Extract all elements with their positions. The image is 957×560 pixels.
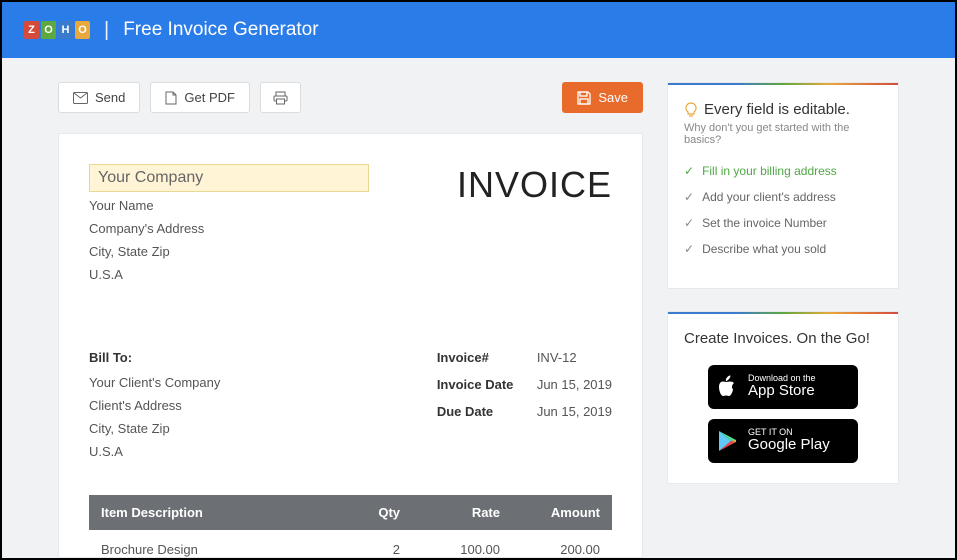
company-address-field[interactable]: Company's Address	[89, 221, 369, 236]
check-icon: ✓	[684, 242, 694, 256]
tip-item: ✓Add your client's address	[684, 190, 882, 204]
logo-letter: O	[41, 21, 56, 39]
items-table: Item Description Qty Rate Amount Brochur…	[89, 495, 612, 558]
on-the-go-panel: Create Invoices. On the Go! Download on …	[667, 311, 899, 484]
invoice-date-label: Invoice Date	[437, 377, 537, 392]
save-label: Save	[598, 90, 628, 105]
table-row[interactable]: Brochure Design 2 100.00 200.00	[89, 530, 612, 558]
save-icon	[577, 91, 591, 105]
apple-icon	[718, 375, 738, 399]
tip-item: ✓Describe what you sold	[684, 242, 882, 256]
client-company-field[interactable]: Your Client's Company	[89, 375, 220, 390]
printer-icon	[273, 91, 288, 105]
due-date-field[interactable]: Jun 15, 2019	[537, 404, 612, 419]
document-icon	[165, 91, 177, 105]
app-store-big-text: App Store	[748, 383, 816, 400]
client-country-field[interactable]: U.S.A	[89, 444, 220, 459]
col-amount: Amount	[512, 495, 612, 530]
invoice-card: Your Company Your Name Company's Address…	[58, 133, 643, 558]
bill-to-label: Bill To:	[89, 350, 220, 365]
invoice-meta: Invoice# INV-12 Invoice Date Jun 15, 201…	[437, 350, 612, 467]
item-qty-field[interactable]: 2	[332, 530, 412, 558]
logo-letter: O	[75, 21, 90, 39]
save-button[interactable]: Save	[562, 82, 643, 113]
google-play-big-text: Google Play	[748, 437, 830, 454]
company-block: Your Company Your Name Company's Address…	[89, 164, 369, 290]
toolbar: Send Get PDF Save	[58, 82, 643, 113]
check-icon: ✓	[684, 190, 694, 204]
company-name-input[interactable]: Your Company	[89, 164, 369, 192]
send-label: Send	[95, 90, 125, 105]
on-the-go-title: Create Invoices. On the Go!	[684, 330, 882, 347]
zoho-logo: Z O H O	[24, 21, 90, 39]
send-button[interactable]: Send	[58, 82, 140, 113]
col-qty: Qty	[332, 495, 412, 530]
check-icon: ✓	[684, 164, 694, 178]
app-store-badge[interactable]: Download on the App Store	[708, 365, 858, 409]
invoice-date-field[interactable]: Jun 15, 2019	[537, 377, 612, 392]
item-rate-field[interactable]: 100.00	[412, 530, 512, 558]
item-amount-field[interactable]: 200.00	[512, 530, 612, 558]
check-icon: ✓	[684, 216, 694, 230]
google-play-icon	[718, 430, 738, 452]
col-rate: Rate	[412, 495, 512, 530]
company-city-field[interactable]: City, State Zip	[89, 244, 369, 259]
get-pdf-label: Get PDF	[184, 90, 235, 105]
tip-item: ✓Fill in your billing address	[684, 164, 882, 178]
envelope-icon	[73, 92, 88, 104]
client-city-field[interactable]: City, State Zip	[89, 421, 220, 436]
col-description: Item Description	[89, 495, 332, 530]
your-name-field[interactable]: Your Name	[89, 198, 369, 213]
page-title: Free Invoice Generator	[123, 19, 318, 41]
lightbulb-icon	[684, 102, 698, 118]
invoice-number-field[interactable]: INV-12	[537, 350, 577, 365]
client-address-field[interactable]: Client's Address	[89, 398, 220, 413]
company-country-field[interactable]: U.S.A	[89, 267, 369, 282]
google-play-badge[interactable]: GET IT ON Google Play	[708, 419, 858, 463]
header-divider: |	[104, 19, 109, 42]
tips-heading: Every field is editable.	[704, 101, 850, 118]
invoice-heading[interactable]: INVOICE	[457, 164, 612, 206]
invoice-number-label: Invoice#	[437, 350, 537, 365]
tip-item: ✓Set the invoice Number	[684, 216, 882, 230]
tips-panel: Every field is editable. Why don't you g…	[667, 82, 899, 289]
bill-to-block: Bill To: Your Client's Company Client's …	[89, 350, 220, 467]
accent-bar	[668, 312, 898, 314]
logo-letter: Z	[24, 21, 39, 39]
item-description-field[interactable]: Brochure Design	[89, 530, 332, 558]
get-pdf-button[interactable]: Get PDF	[150, 82, 250, 113]
accent-bar	[668, 83, 898, 85]
print-button[interactable]	[260, 82, 301, 113]
due-date-label: Due Date	[437, 404, 537, 419]
tips-subheading: Why don't you get started with the basic…	[684, 122, 882, 146]
logo-letter: H	[58, 21, 73, 39]
app-header: Z O H O | Free Invoice Generator	[2, 2, 955, 58]
